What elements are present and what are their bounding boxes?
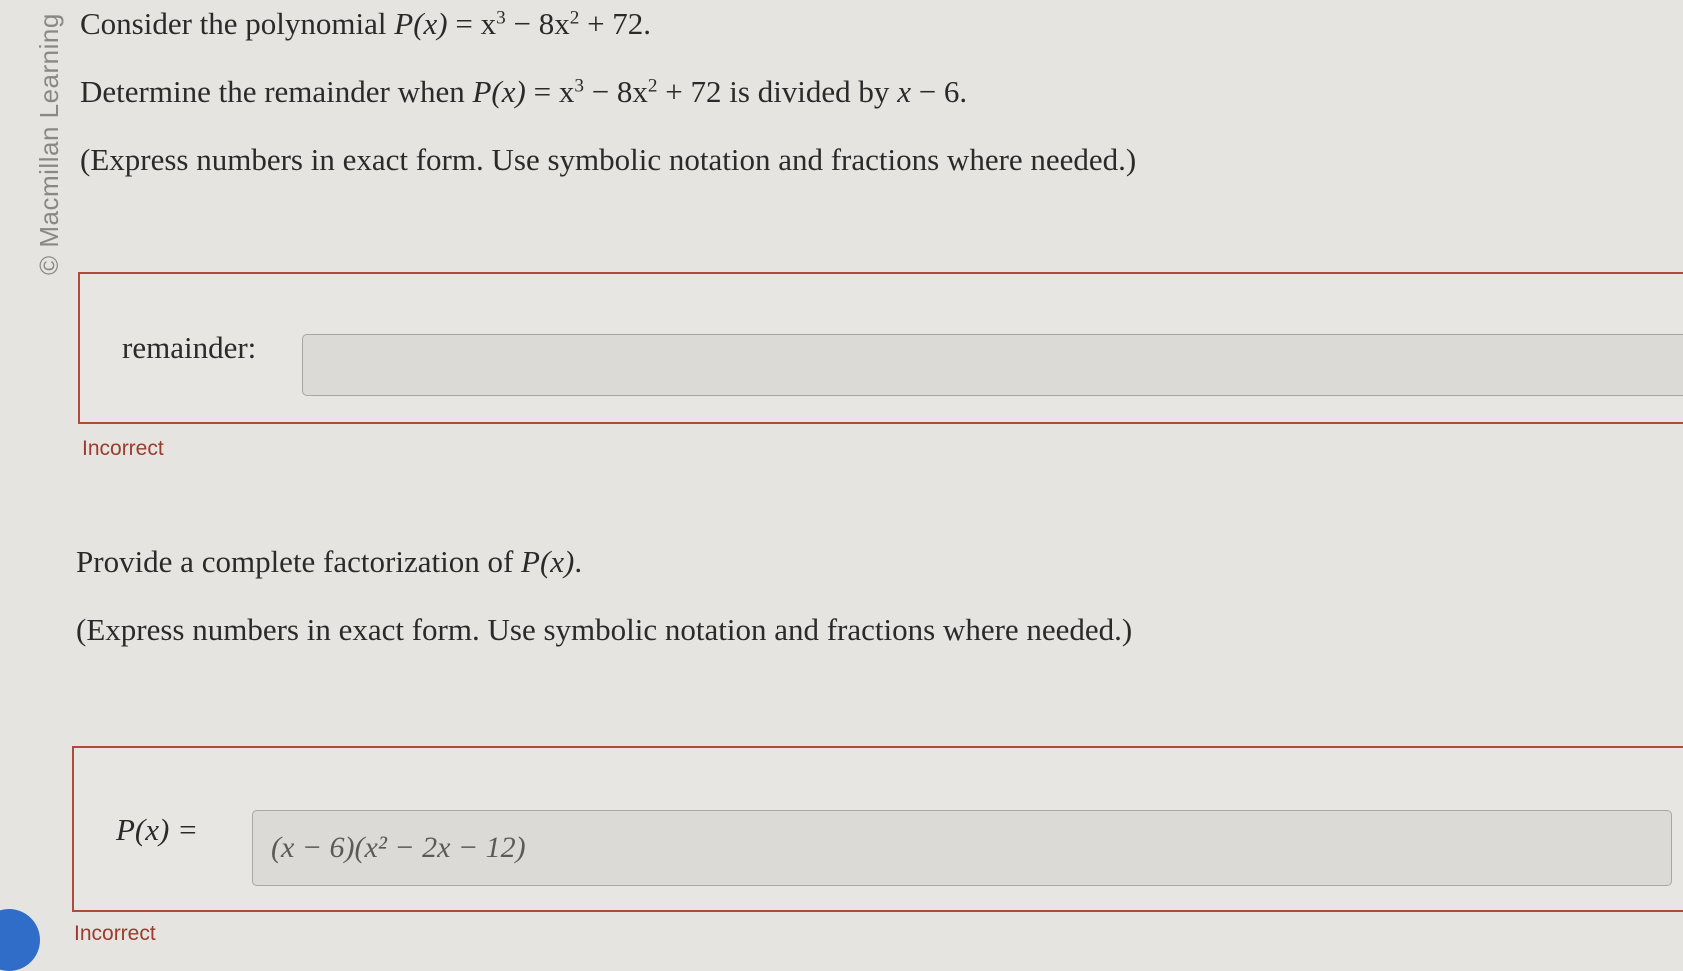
answer-box-factorization: P(x) = (x − 6)(x² − 2x − 12) [72,746,1683,912]
help-button[interactable] [0,909,40,971]
part2-prompt: Provide a complete factorization of P(x)… [76,544,583,579]
question-part1: Determine the remainder when P(x) = x3 −… [80,74,968,109]
question-intro: Consider the polynomial P(x) = x3 − 8x2 … [80,6,652,41]
copyright-watermark: © Macmillan Learning [34,13,64,275]
part2-instruction: (Express numbers in exact form. Use symb… [76,612,1133,647]
remainder-status: Incorrect [82,437,164,460]
remainder-label: remainder: [122,330,257,365]
remainder-input[interactable] [302,334,1683,396]
factorization-status: Incorrect [74,922,156,945]
answer-box-remainder: remainder: [78,272,1683,424]
factorization-input[interactable]: (x − 6)(x² − 2x − 12) [252,810,1672,886]
question-instruction: (Express numbers in exact form. Use symb… [80,142,1137,177]
factorization-label: P(x) = [116,812,199,847]
